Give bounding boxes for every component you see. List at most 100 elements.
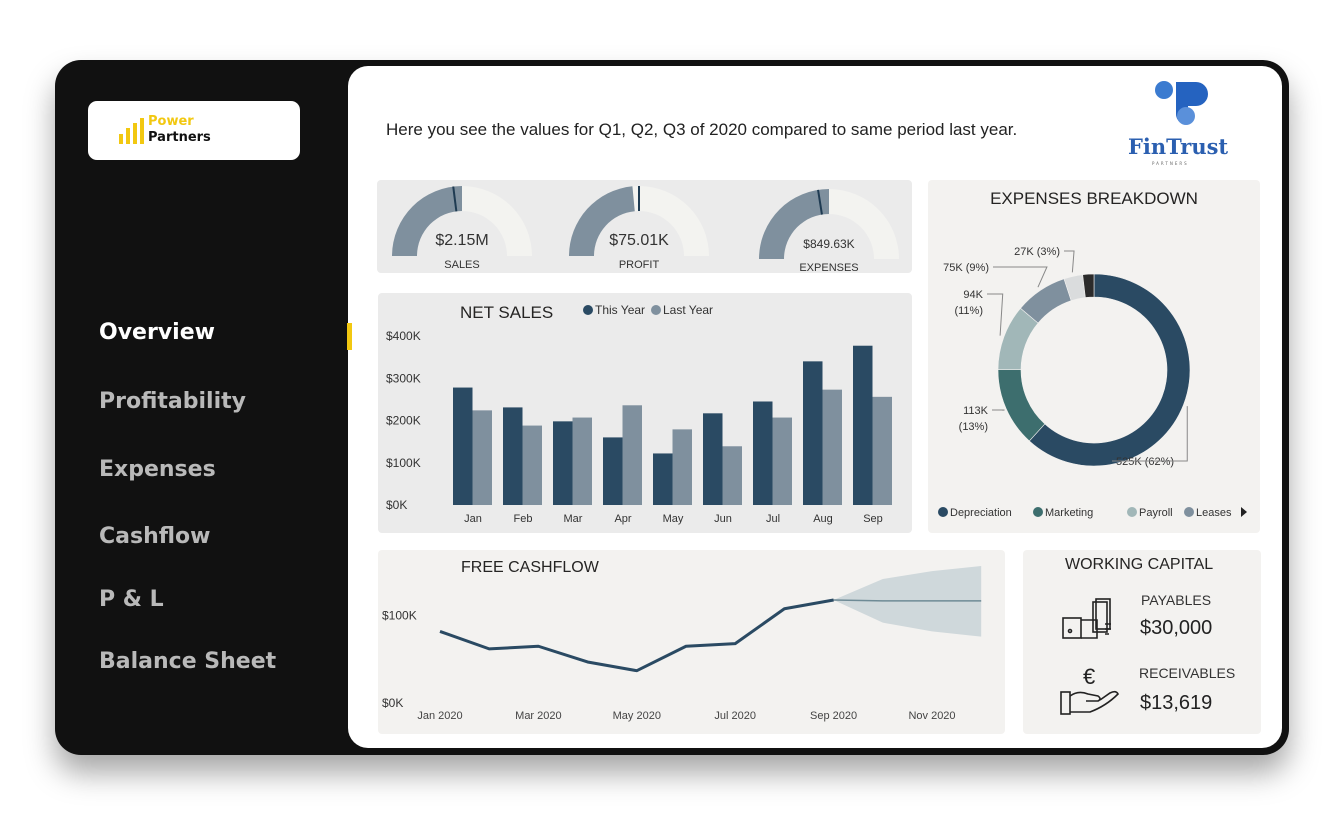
nav-item-balance-sheet[interactable]: Balance Sheet bbox=[99, 649, 276, 674]
x-tick-label: Sep 2020 bbox=[810, 710, 857, 722]
power-partners-logo[interactable]: Power Partners bbox=[88, 101, 300, 160]
hand-euro-icon: € bbox=[1060, 664, 1119, 715]
x-tick-label: Feb bbox=[514, 513, 533, 525]
bar-this-year[interactable] bbox=[553, 421, 573, 505]
x-tick-label: Nov 2020 bbox=[908, 710, 955, 722]
kpi-value: $849.63K bbox=[803, 237, 854, 251]
active-page-indicator bbox=[347, 323, 352, 350]
payables-label: PAYABLES bbox=[1141, 592, 1212, 608]
donut-data-label-pct: (11%) bbox=[954, 305, 983, 317]
x-tick-label: May bbox=[663, 513, 684, 525]
net-sales-chart[interactable]: NET SALES This Year Last Year $0K $100K $200K… bbox=[378, 293, 912, 533]
legend-marker bbox=[1184, 507, 1194, 517]
fintrust-sub: PARTNERS bbox=[1152, 161, 1189, 166]
kpi-value: $75.01K bbox=[609, 232, 669, 249]
y-tick-label: $100K bbox=[386, 456, 421, 470]
leader-line bbox=[987, 293, 1004, 336]
legend-label: Marketing bbox=[1045, 507, 1093, 519]
legend-marker bbox=[1033, 507, 1043, 517]
legend-label: Last Year bbox=[663, 303, 713, 317]
header-description: Here you see the values for Q1, Q2, Q3 o… bbox=[386, 120, 1018, 139]
legend-label: Payroll bbox=[1139, 507, 1173, 519]
bar-this-year[interactable] bbox=[653, 453, 673, 505]
bar-this-year[interactable] bbox=[603, 437, 623, 505]
donut-data-label: 94K bbox=[963, 289, 983, 301]
nav-item-cashflow[interactable]: Cashflow bbox=[99, 524, 211, 549]
chart-title: NET SALES bbox=[460, 303, 553, 322]
bar-last-year[interactable] bbox=[672, 429, 693, 505]
leader-line bbox=[993, 266, 1048, 288]
bar-last-year[interactable] bbox=[822, 389, 843, 505]
hand-cash-icon bbox=[1062, 598, 1111, 639]
y-tick-label: $200K bbox=[386, 414, 421, 428]
free-cashflow-card: FREE CASHFLOW $0K $100K Jan 2020 Mar 2020 May… bbox=[378, 550, 1005, 734]
bar-this-year[interactable] bbox=[703, 413, 723, 505]
chart-title: EXPENSES BREAKDOWN bbox=[990, 189, 1198, 208]
bar-last-year[interactable] bbox=[572, 417, 593, 505]
donut-data-label: 113K bbox=[963, 405, 989, 417]
net-sales-card: NET SALES This Year Last Year $0K $100K $200K… bbox=[378, 293, 912, 533]
bar-this-year[interactable] bbox=[453, 387, 473, 505]
expenses-breakdown-card: EXPENSES BREAKDOWN 525K (62%) 113K (13%) 94K… bbox=[928, 180, 1260, 533]
bar-this-year[interactable] bbox=[853, 345, 873, 505]
nav-item-p-l[interactable]: P & L bbox=[99, 587, 164, 612]
working-capital-card: WORKING CAPITAL PAYABLES $30,000 € RECEI… bbox=[1023, 550, 1261, 734]
leader-line bbox=[1064, 250, 1075, 273]
legend-marker bbox=[1127, 507, 1137, 517]
y-tick-label: $0K bbox=[386, 498, 407, 512]
kpi-gauges-card: $2.15M SALES $75.01K PROFIT $849.63K EXPENSES bbox=[377, 180, 912, 274]
logo-text-power: Power bbox=[148, 114, 194, 129]
nav-item-overview[interactable]: Overview bbox=[99, 320, 215, 345]
bar-last-year[interactable] bbox=[772, 417, 793, 505]
y-tick-label: $100K bbox=[382, 609, 417, 623]
donut-data-label: 27K (3%) bbox=[1014, 246, 1060, 258]
x-tick-label: May 2020 bbox=[613, 710, 661, 722]
legend-label: Leases bbox=[1196, 507, 1232, 519]
fintrust-logo: FinTrust PARTNERS bbox=[1126, 78, 1230, 168]
x-tick-label: Jan 2020 bbox=[417, 710, 462, 722]
fintrust-emblem-icon bbox=[1155, 81, 1208, 125]
legend-label: Depreciation bbox=[950, 507, 1012, 519]
expenses-donut-chart[interactable]: EXPENSES BREAKDOWN 525K (62%) 113K (13%) 94K… bbox=[928, 180, 1260, 533]
donut-slice[interactable] bbox=[997, 369, 1046, 442]
donut-data-label: 75K (9%) bbox=[943, 262, 989, 274]
y-tick-label: $300K bbox=[386, 371, 421, 385]
kpi-label: PROFIT bbox=[619, 259, 660, 271]
kpi-label: SALES bbox=[444, 259, 479, 271]
x-tick-label: Sep bbox=[863, 513, 883, 525]
nav-item-profitability[interactable]: Profitability bbox=[99, 389, 246, 414]
receivables-value: $13,619 bbox=[1140, 692, 1213, 714]
fintrust-wordmark: FinTrust bbox=[1128, 134, 1229, 159]
bar-chart-logo-icon bbox=[119, 118, 144, 144]
x-tick-label: Aug bbox=[813, 513, 833, 525]
chart-title: FREE CASHFLOW bbox=[461, 559, 600, 576]
legend-label: This Year bbox=[595, 303, 645, 317]
working-capital-title: WORKING CAPITAL bbox=[1065, 556, 1214, 573]
bar-last-year[interactable] bbox=[722, 446, 743, 505]
bar-last-year[interactable] bbox=[872, 396, 893, 505]
legend-marker bbox=[938, 507, 948, 517]
x-tick-label: Mar 2020 bbox=[515, 710, 561, 722]
bar-this-year[interactable] bbox=[503, 407, 523, 505]
payables-value: $30,000 bbox=[1140, 617, 1213, 639]
x-tick-label: Jan bbox=[464, 513, 482, 525]
legend-next-arrow-icon[interactable] bbox=[1241, 507, 1247, 517]
receivables-label: RECEIVABLES bbox=[1139, 665, 1236, 681]
bar-this-year[interactable] bbox=[803, 361, 823, 505]
bar-last-year[interactable] bbox=[522, 425, 543, 505]
x-tick-label: Jul bbox=[766, 513, 780, 525]
legend-marker bbox=[651, 305, 661, 315]
cashflow-line[interactable] bbox=[439, 598, 834, 673]
free-cashflow-chart[interactable]: FREE CASHFLOW $0K $100K Jan 2020 Mar 2020 May… bbox=[378, 550, 1005, 734]
nav-item-expenses[interactable]: Expenses bbox=[99, 457, 216, 482]
kpi-value: $2.15M bbox=[435, 232, 488, 249]
donut-data-label: 525K (62%) bbox=[1116, 456, 1174, 468]
legend-marker bbox=[583, 305, 593, 315]
bar-last-year[interactable] bbox=[622, 405, 643, 505]
forecast-line bbox=[833, 599, 982, 602]
x-tick-label: Mar bbox=[564, 513, 583, 525]
y-tick-label: $400K bbox=[386, 329, 421, 343]
bar-last-year[interactable] bbox=[472, 410, 493, 505]
donut-data-label-pct: (13%) bbox=[959, 421, 988, 433]
bar-this-year[interactable] bbox=[753, 401, 773, 505]
